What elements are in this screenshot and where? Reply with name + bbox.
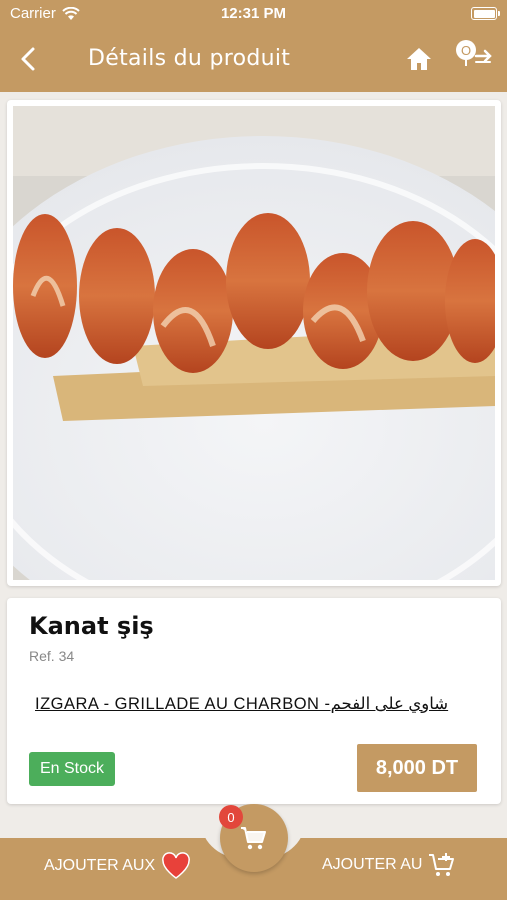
logout-icon[interactable]: O xyxy=(450,36,494,76)
carrier-label: Carrier xyxy=(10,5,56,22)
heart-icon xyxy=(162,852,191,879)
add-to-cart-button[interactable]: AJOUTER AU xyxy=(322,852,456,878)
nav-bar: Détails du produit O xyxy=(0,28,507,92)
product-ref: Ref. 34 xyxy=(29,648,75,664)
chicken-wings-photo xyxy=(13,106,495,580)
battery-icon xyxy=(471,7,500,20)
add-to-wishlist-button[interactable]: AJOUTER AUX xyxy=(44,852,191,880)
product-name: Kanat şiş xyxy=(29,612,154,640)
stock-badge: En Stock xyxy=(29,752,115,786)
price-tag: 8,000 DT xyxy=(357,744,477,792)
product-image-card xyxy=(7,100,501,586)
wishlist-label: AJOUTER AUX xyxy=(44,857,156,874)
cart-count-badge: 0 xyxy=(219,805,243,829)
cart-icon xyxy=(241,827,266,850)
status-bar: Carrier 12:31 PM xyxy=(0,0,507,28)
product-info-card: Kanat şiş Ref. 34 IZGARA - GRILLADE AU C… xyxy=(7,598,501,804)
carrier-info: Carrier xyxy=(10,5,80,22)
back-chevron-icon[interactable] xyxy=(14,44,44,74)
wifi-icon xyxy=(62,6,80,20)
product-description: IZGARA - GRILLADE AU CHARBON -شاوي على ا… xyxy=(35,695,449,713)
add-cart-label: AJOUTER AU xyxy=(322,856,423,873)
product-photo[interactable] xyxy=(13,106,495,580)
svg-text:O: O xyxy=(461,43,471,58)
home-icon[interactable] xyxy=(404,44,434,74)
page-title: Détails du produit xyxy=(88,46,291,71)
cart-plus-icon xyxy=(429,853,455,876)
